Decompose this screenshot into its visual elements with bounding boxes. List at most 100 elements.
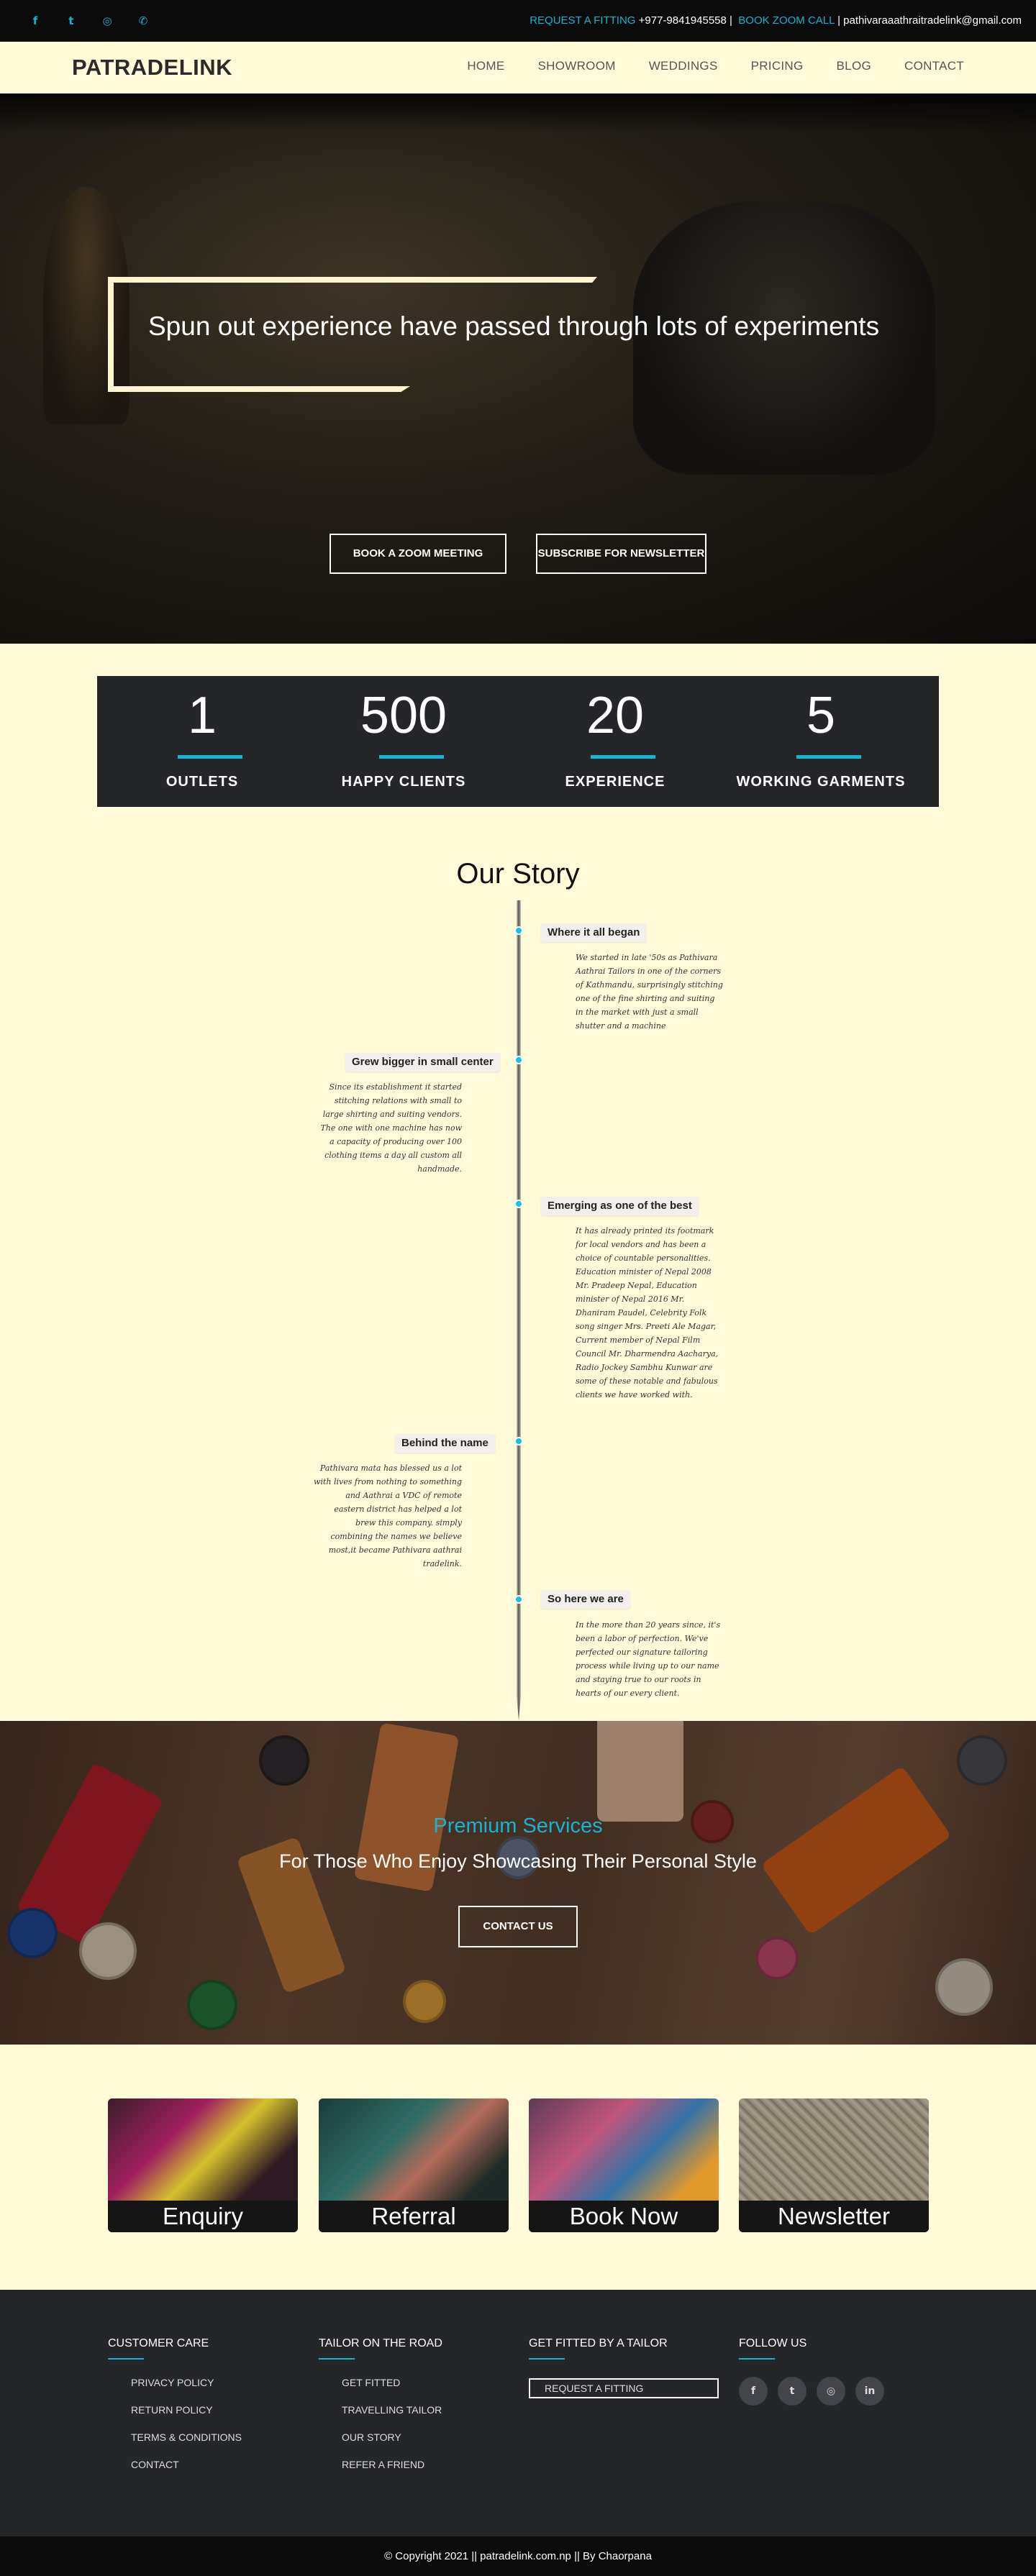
footer-get-fitted: GET FITTED BY A TAILOR REQUEST A FITTING <box>529 2337 719 2398</box>
book-zoom-meeting-button[interactable]: BOOK A ZOOM MEETING <box>330 534 506 574</box>
newsletter-card[interactable]: Newsletter <box>739 2098 929 2232</box>
contact-us-button[interactable]: CONTACT US <box>458 1906 578 1947</box>
copyright-bar: © Copyright 2021 || patradelink.com.np |… <box>0 2536 1036 2576</box>
timeline-text-3: It has already printed its footmark for … <box>576 1226 719 1399</box>
stat-label: WORKING GARMENTS <box>736 774 906 790</box>
stat-underline <box>591 755 655 759</box>
enquiry-card[interactable]: Enquiry <box>108 2098 298 2232</box>
footer: CUSTOMER CARE PRIVACY POLICY RETURN POLI… <box>0 2290 1036 2536</box>
whatsapp-icon[interactable]: ✆ <box>132 12 154 29</box>
return-policy-link[interactable]: RETURN POLICY <box>131 2404 242 2416</box>
timeline-text-2: Since its establishment it started stitc… <box>320 1082 462 1174</box>
enquiry-image <box>108 2098 298 2201</box>
twitter-icon[interactable]: t <box>778 2377 806 2406</box>
footer-heading-underline <box>739 2358 775 2360</box>
frame-top-line <box>108 277 597 283</box>
card-label: Enquiry <box>108 2201 298 2232</box>
footer-heading-underline <box>529 2358 565 2360</box>
footer-heading-underline <box>319 2358 355 2360</box>
instagram-icon[interactable]: ◎ <box>817 2377 845 2406</box>
story-title: Our Story <box>456 858 580 890</box>
referral-image <box>319 2098 509 2201</box>
stat-underline <box>796 755 861 759</box>
timeline-title-1: Where it all began <box>541 923 647 942</box>
premium-subtitle: Premium Services <box>433 1814 603 1837</box>
get-fitted-link[interactable]: GET FITTED <box>342 2377 442 2388</box>
brand-logo[interactable]: PATRADELINK <box>72 55 232 81</box>
hero-banner: Spun out experience have passed through … <box>0 93 1036 644</box>
footer-request-fitting-button[interactable]: REQUEST A FITTING <box>529 2378 719 2398</box>
premium-overlay <box>0 1721 1036 2045</box>
hero-headline-frame: Spun out experience have passed through … <box>108 277 879 392</box>
stat-outlets: 1 OUTLETS <box>97 676 307 807</box>
footer-heading: CUSTOMER CARE <box>108 2337 209 2349</box>
top-bar: f t ◎ ✆ REQUEST A FITTING +977-984194555… <box>0 0 1036 42</box>
privacy-policy-link[interactable]: PRIVACY POLICY <box>131 2377 242 2388</box>
book-now-image <box>529 2098 719 2201</box>
linkedin-icon[interactable]: in <box>855 2377 884 2406</box>
timeline-title-3: Emerging as one of the best <box>541 1197 699 1215</box>
facebook-icon[interactable]: f <box>739 2377 768 2406</box>
hero-headline: Spun out experience have passed through … <box>148 311 880 341</box>
hero-top-shadow <box>0 93 1036 133</box>
premium-services-section: Premium Services For Those Who Enjoy Sho… <box>0 1721 1036 2045</box>
footer-heading: FOLLOW US <box>739 2337 807 2349</box>
top-contact-info: REQUEST A FITTING +977-9841945558 | BOOK… <box>530 14 1022 27</box>
stat-value: 20 <box>586 687 645 744</box>
timeline-text-5: In the more than 20 years since, it's be… <box>576 1620 721 1698</box>
stat-label: HAPPY CLIENTS <box>341 774 466 790</box>
card-label: Newsletter <box>739 2201 929 2232</box>
footer-follow-us: FOLLOW US f t ◎ in <box>739 2337 884 2406</box>
our-story-link[interactable]: OUR STORY <box>342 2431 442 2443</box>
stat-working-garments: 5 WORKING GARMENTS <box>716 676 926 807</box>
twitter-icon[interactable]: t <box>60 12 82 29</box>
footer-tailor-on-road: TAILOR ON THE ROAD GET FITTED TRAVELLING… <box>319 2337 442 2486</box>
premium-title: For Those Who Enjoy Showcasing Their Per… <box>279 1850 757 1872</box>
subscribe-newsletter-button[interactable]: SUBSCRIBE FOR NEWSLETTER <box>536 534 706 574</box>
phone-number: +977-9841945558 | <box>638 14 732 27</box>
timeline-dot <box>514 1437 523 1445</box>
nav-item-showroom[interactable]: SHOWROOM <box>538 59 616 73</box>
footer-heading: GET FITTED BY A TAILOR <box>529 2337 668 2349</box>
stat-label: OUTLETS <box>165 774 239 790</box>
footer-links: PRIVACY POLICY RETURN POLICY TERMS & CON… <box>131 2377 242 2470</box>
facebook-icon[interactable]: f <box>24 12 46 29</box>
stat-happy-clients: 500 HAPPY CLIENTS <box>299 676 509 807</box>
timeline-dot <box>514 1595 523 1604</box>
contact-link[interactable]: CONTACT <box>131 2459 242 2470</box>
book-now-card[interactable]: Book Now <box>529 2098 719 2232</box>
main-navbar: PATRADELINK HOME SHOWROOM WEDDINGS PRICI… <box>0 42 1036 93</box>
timeline-text-4: Pathivara mata has blessed us a lot with… <box>314 1463 462 1568</box>
footer-customer-care: CUSTOMER CARE PRIVACY POLICY RETURN POLI… <box>108 2337 242 2486</box>
nav-item-weddings[interactable]: WEDDINGS <box>649 59 718 73</box>
terms-conditions-link[interactable]: TERMS & CONDITIONS <box>131 2431 242 2443</box>
stat-value: 1 <box>187 687 217 744</box>
instagram-icon[interactable]: ◎ <box>96 12 118 29</box>
stat-underline <box>178 755 242 759</box>
timeline-dot <box>514 1200 523 1208</box>
book-zoom-link[interactable]: BOOK ZOOM CALL <box>738 14 835 27</box>
nav-item-pricing[interactable]: PRICING <box>751 59 804 73</box>
newsletter-image <box>739 2098 929 2201</box>
footer-heading-underline <box>108 2358 144 2360</box>
travelling-tailor-link[interactable]: TRAVELLING TAILOR <box>342 2404 442 2416</box>
timeline-title-5: So here we are <box>541 1590 630 1609</box>
footer-links: GET FITTED TRAVELLING TAILOR OUR STORY R… <box>342 2377 442 2470</box>
timeline-title-4: Behind the name <box>395 1434 495 1453</box>
footer-heading: TAILOR ON THE ROAD <box>319 2337 442 2349</box>
stat-value: 500 <box>360 687 447 744</box>
email-address: | pathivaraaathraitradelink@gmail.com <box>837 14 1022 27</box>
nav-item-blog[interactable]: BLOG <box>837 59 871 73</box>
top-social-links: f t ◎ ✆ <box>24 12 154 29</box>
card-label: Book Now <box>529 2201 719 2232</box>
card-label: Referral <box>319 2201 509 2232</box>
refer-friend-link[interactable]: REFER A FRIEND <box>342 2459 442 2470</box>
stats-panel: 1 OUTLETS 500 HAPPY CLIENTS 20 EXPERIENC… <box>97 676 939 807</box>
request-fitting-link[interactable]: REQUEST A FITTING <box>530 14 635 27</box>
referral-card[interactable]: Referral <box>319 2098 509 2232</box>
nav-item-contact[interactable]: CONTACT <box>904 59 964 73</box>
nav-item-home[interactable]: HOME <box>467 59 504 73</box>
footer-social-icons: f t ◎ in <box>739 2377 884 2406</box>
stat-label: EXPERIENCE <box>565 774 665 790</box>
frame-left-line <box>108 277 114 392</box>
